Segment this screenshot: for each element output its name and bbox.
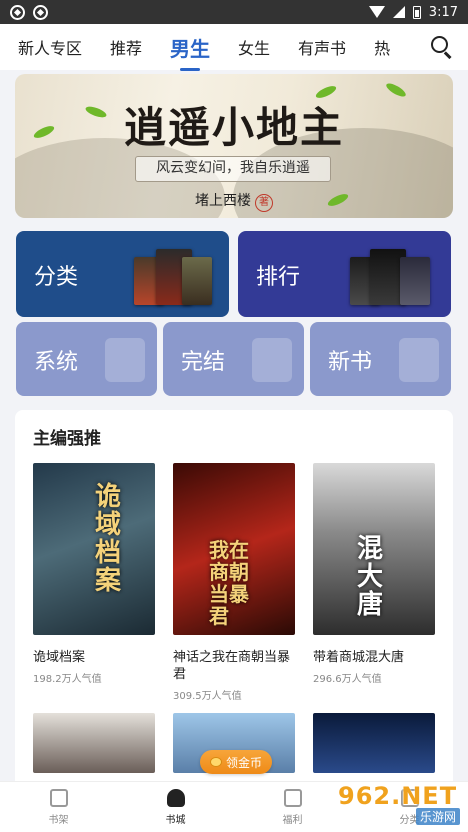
notification-icon — [33, 4, 48, 20]
watermark-logo: 962.NET 乐游网 — [330, 782, 460, 826]
tab-hot[interactable]: 热 — [374, 35, 390, 59]
cover-title: 混大唐 — [357, 534, 384, 620]
book-cover: 我在商朝当暴君 — [173, 463, 295, 635]
trophy-icon — [166, 788, 185, 807]
collect-gold-button[interactable]: 领金币 — [200, 750, 272, 774]
book-title: 带着商城混大唐 — [313, 650, 405, 665]
ranking-card[interactable]: 排行 — [238, 231, 451, 317]
coin-icon — [209, 757, 222, 767]
gold-label: 领金币 — [225, 755, 262, 770]
nav-label: 书城 — [165, 814, 186, 826]
category-card[interactable]: 分类 — [16, 231, 229, 317]
book-cover-thumb — [400, 257, 430, 305]
gift-icon — [283, 788, 302, 807]
seal-icon: 著 — [255, 194, 273, 212]
battery-icon — [412, 5, 421, 19]
tab-male[interactable]: 男生 — [170, 33, 210, 62]
tab-newcomer[interactable]: 新人专区 — [18, 35, 82, 59]
status-bar: 3:17 — [0, 0, 468, 24]
signal-icon — [392, 6, 405, 18]
nav-bookstore[interactable]: 书城 — [117, 782, 234, 832]
book-icon — [252, 338, 292, 382]
section-title: 主编强推 — [33, 429, 101, 449]
book-card[interactable]: 混大唐 带着商城混大唐 296.6万人气值 — [313, 463, 435, 685]
book-popularity: 309.5万人气值 — [173, 691, 242, 702]
book-cover — [313, 713, 435, 773]
watermark-brand: 962.NET — [338, 782, 458, 810]
tab-audiobook[interactable]: 有声书 — [298, 35, 346, 59]
system-card[interactable]: 系统 — [16, 322, 157, 396]
book-card[interactable]: 我在商朝当暴君 神话之我在商朝当暴君 309.5万人气值 — [173, 463, 295, 702]
banner-author: 堵上西楼著 — [15, 190, 453, 212]
banner-author-name: 堵上西楼 — [195, 193, 251, 209]
book-card[interactable]: 诡域档案 诡域档案 198.2万人气值 — [33, 463, 155, 685]
category-label: 排行 — [256, 265, 301, 290]
tab-recommend[interactable]: 推荐 — [110, 35, 142, 59]
new-book-card[interactable]: 新书 — [310, 322, 451, 396]
category-label: 完结 — [181, 350, 226, 375]
category-label: 分类 — [34, 265, 79, 290]
promo-banner[interactable]: 逍遥小地主 风云变幻间，我自乐逍遥 堵上西楼著 — [15, 74, 453, 218]
nav-label: 福利 — [282, 814, 303, 826]
book-title: 诡域档案 — [33, 650, 86, 665]
notification-icon — [10, 4, 25, 20]
category-label: 新书 — [328, 350, 373, 375]
new-badge-icon — [399, 338, 439, 382]
banner-slogan: 风云变幻间，我自乐逍遥 — [135, 156, 331, 182]
clock: 3:17 — [428, 4, 458, 20]
book-cover: 混大唐 — [313, 463, 435, 635]
book-card[interactable] — [313, 713, 435, 773]
channel-tabs: 新人专区 推荐 男生 女生 有声书 热 — [0, 24, 468, 70]
book-cover: 诡域档案 — [33, 463, 155, 635]
trophy-icon — [105, 338, 145, 382]
watermark-sub: 乐游网 — [415, 808, 460, 825]
tabs-fade — [402, 24, 428, 70]
book-cover-thumb — [182, 257, 212, 305]
nav-bookshelf[interactable]: 书架 — [0, 782, 117, 832]
book-popularity: 296.6万人气值 — [313, 674, 382, 685]
nav-label: 书架 — [48, 814, 69, 826]
category-label: 系统 — [34, 350, 79, 375]
banner-title: 逍遥小地主 — [123, 103, 344, 152]
tab-female[interactable]: 女生 — [238, 35, 270, 59]
completed-card[interactable]: 完结 — [163, 322, 304, 396]
wifi-icon — [368, 6, 385, 18]
bookshelf-icon — [49, 788, 68, 807]
editor-picks-section: 主编强推 诡域档案 诡域档案 198.2万人气值 我在商朝当暴君 神话之我在商朝… — [15, 410, 453, 790]
book-cover — [33, 713, 155, 773]
search-icon[interactable] — [430, 35, 454, 59]
book-popularity: 198.2万人气值 — [33, 674, 102, 685]
cover-title: 诡域档案 — [95, 482, 122, 596]
book-title: 神话之我在商朝当暴君 — [173, 650, 291, 682]
cover-title: 我在商朝当暴君 — [209, 538, 249, 628]
book-card[interactable] — [33, 713, 155, 773]
